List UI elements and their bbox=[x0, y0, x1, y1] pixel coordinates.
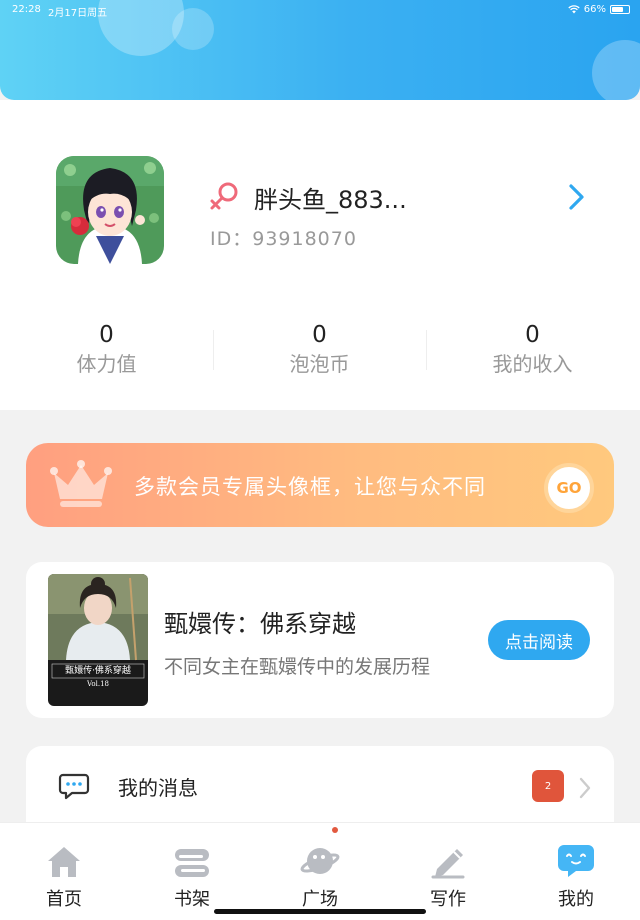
tab-write[interactable]: 写作 bbox=[398, 841, 498, 911]
bottom-tab-bar: 首页 书架 广场 写作 我的 bbox=[0, 822, 640, 920]
chevron-right-icon[interactable] bbox=[566, 182, 588, 212]
stat-label: 我的收入 bbox=[492, 352, 573, 376]
battery-percent: 66% bbox=[583, 4, 606, 15]
username: 胖头鱼_883... bbox=[254, 186, 407, 214]
tab-label: 广场 bbox=[302, 889, 338, 910]
stat-label: 体力值 bbox=[76, 352, 137, 376]
chat-face-icon bbox=[558, 845, 594, 877]
read-now-button[interactable]: 点击阅读 bbox=[488, 620, 590, 660]
book-recommendation-card[interactable]: 甄嬛传·佛系穿越 Vol.18 甄嬛传：佛系穿越 不同女主在甄嬛传中的发展历程 … bbox=[26, 562, 614, 718]
book-title: 甄嬛传：佛系穿越 bbox=[164, 610, 356, 638]
tab-bookshelf[interactable]: 书架 bbox=[142, 841, 242, 911]
tab-home[interactable]: 首页 bbox=[14, 841, 114, 911]
stat-stamina[interactable]: 0 体力值 bbox=[0, 320, 213, 378]
tab-label: 写作 bbox=[430, 889, 466, 910]
female-gender-icon bbox=[210, 182, 238, 210]
status-bar: 22:28 2月17日周五 66% bbox=[0, 0, 640, 20]
stat-label: 泡泡币 bbox=[289, 352, 350, 376]
book-cover-image[interactable]: 甄嬛传·佛系穿越 Vol.18 bbox=[48, 574, 148, 706]
menu-item-messages[interactable]: 我的消息 2 bbox=[26, 746, 614, 826]
go-button[interactable]: GO bbox=[544, 463, 594, 513]
book-description: 不同女主在甄嬛传中的发展历程 bbox=[164, 656, 431, 678]
bookshelf-icon bbox=[175, 849, 209, 877]
tab-plaza[interactable]: 广场 bbox=[270, 841, 370, 911]
stats-row: 0 体力值 0 泡泡币 0 我的收入 bbox=[0, 320, 640, 380]
planet-icon bbox=[300, 848, 340, 874]
message-icon bbox=[58, 773, 90, 800]
status-time: 22:28 bbox=[12, 4, 41, 15]
tab-label: 我的 bbox=[558, 889, 594, 910]
book-cover-volume: Vol.18 bbox=[87, 680, 109, 688]
stat-income[interactable]: 0 我的收入 bbox=[426, 320, 639, 378]
stat-value: 0 bbox=[525, 322, 540, 348]
status-indicators: 66% bbox=[568, 4, 630, 15]
chevron-right-icon bbox=[579, 777, 591, 799]
home-icon bbox=[48, 847, 80, 877]
unread-badge: 2 bbox=[532, 770, 564, 802]
notification-dot bbox=[332, 827, 338, 833]
decorative-bubble bbox=[592, 40, 640, 100]
avatar[interactable] bbox=[56, 156, 164, 264]
home-indicator bbox=[214, 909, 426, 914]
battery-icon bbox=[610, 5, 630, 14]
vip-banner-text: 多款会员专属头像框，让您与众不同 bbox=[134, 475, 486, 499]
user-id: ID：93918070 bbox=[210, 228, 357, 250]
menu-item-label: 我的消息 bbox=[118, 776, 198, 800]
stat-value: 0 bbox=[312, 322, 327, 348]
stat-value: 0 bbox=[99, 322, 114, 348]
crown-icon bbox=[50, 460, 112, 507]
tab-label: 首页 bbox=[46, 889, 82, 910]
profile-card[interactable]: 胖头鱼_883... ID：93918070 0 体力值 0 泡泡币 0 我的收… bbox=[0, 100, 640, 410]
vip-avatar-frame-banner[interactable]: 多款会员专属头像框，让您与众不同 GO bbox=[26, 443, 614, 527]
book-cover-title: 甄嬛传·佛系穿越 bbox=[65, 666, 131, 676]
pen-icon bbox=[431, 849, 465, 879]
tab-label: 书架 bbox=[174, 889, 210, 910]
status-date: 2月17日周五 bbox=[48, 8, 108, 19]
tab-mine[interactable]: 我的 bbox=[526, 841, 626, 911]
stat-bubble-coins[interactable]: 0 泡泡币 bbox=[213, 320, 426, 378]
wifi-icon bbox=[568, 5, 580, 14]
